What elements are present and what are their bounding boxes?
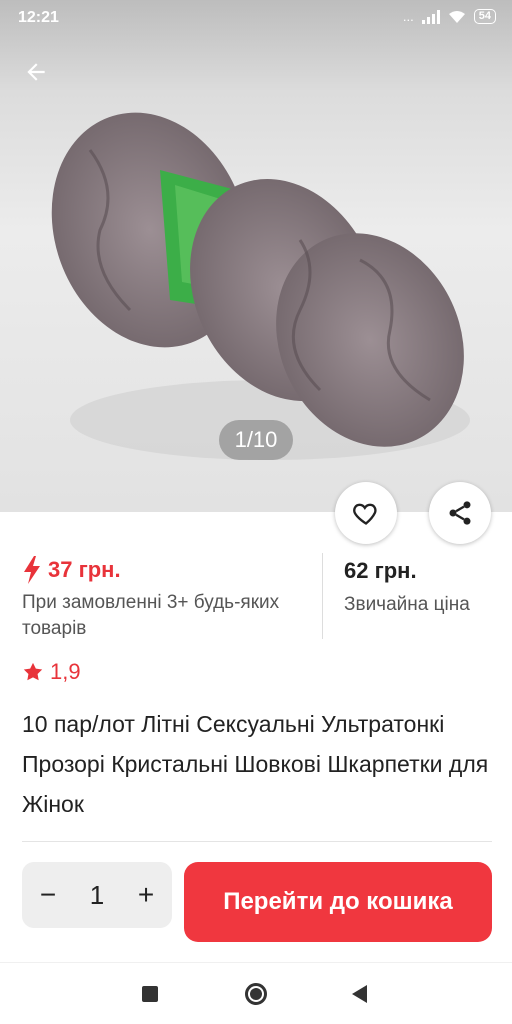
product-title: 10 пар/лот Літні Сексуальні Ультратонкі … xyxy=(22,711,489,817)
go-to-cart-button[interactable]: Перейти до кошика xyxy=(184,862,492,942)
quantity-stepper: − 1 + xyxy=(22,862,172,928)
quantity-value: 1 xyxy=(89,879,105,910)
recent-apps-icon[interactable] xyxy=(142,986,158,1002)
signal-icon xyxy=(421,9,440,24)
product-image[interactable]: 1/10 xyxy=(0,0,512,512)
increase-quantity-button[interactable]: + xyxy=(128,879,164,911)
regular-price-block: 62 грн. Звичайна ціна xyxy=(344,558,470,616)
star-icon xyxy=(23,662,43,681)
sale-price: 37 грн. xyxy=(48,557,121,582)
signal-dots: ... xyxy=(402,9,414,24)
back-arrow-icon xyxy=(27,63,45,81)
section-divider xyxy=(22,841,492,842)
status-time: 12:21 xyxy=(18,9,59,26)
regular-price-label: Звичайна ціна xyxy=(344,594,470,615)
nav-back-icon[interactable] xyxy=(352,985,367,1003)
price-divider xyxy=(322,553,323,639)
home-icon[interactable] xyxy=(245,983,267,1005)
sale-price-block: 37 грн. При замовленні 3+ будь-яких това… xyxy=(22,556,322,642)
regular-price: 62 грн. xyxy=(344,558,417,583)
rating[interactable]: 1,9 xyxy=(22,659,81,685)
image-counter: 1/10 xyxy=(219,420,293,460)
back-button[interactable] xyxy=(16,52,56,92)
sale-price-row: 37 грн. xyxy=(22,556,322,584)
wifi-icon xyxy=(448,10,465,23)
lightning-icon xyxy=(24,556,40,584)
share-button[interactable] xyxy=(429,482,491,544)
status-bar: 12:21 ... 54 xyxy=(0,0,512,36)
share-icon xyxy=(449,501,471,525)
favorite-button[interactable] xyxy=(335,482,397,544)
sale-price-note: При замовленні 3+ будь-яких товарів xyxy=(22,592,280,639)
battery-indicator: 54 xyxy=(473,9,496,24)
rating-value: 1,9 xyxy=(50,659,81,684)
status-icons: ... 54 xyxy=(403,9,496,24)
decrease-quantity-button[interactable]: − xyxy=(30,879,66,911)
system-nav-bar xyxy=(0,962,512,1024)
heart-icon xyxy=(353,503,377,525)
